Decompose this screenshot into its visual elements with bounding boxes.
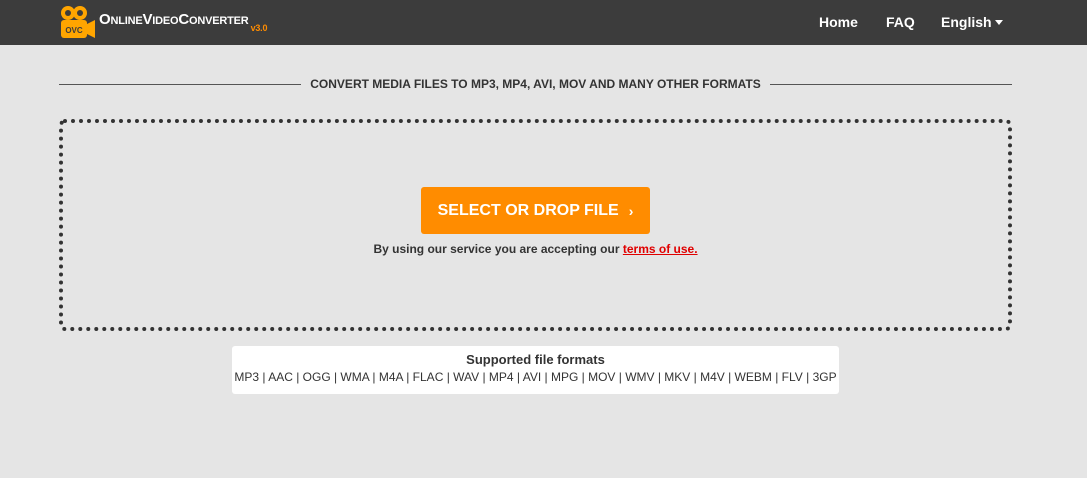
terms-of-use-link[interactable]: terms of use. (623, 242, 698, 256)
logo-text: OVC (65, 26, 83, 35)
language-label: English (941, 14, 992, 30)
supported-formats-list: MP3 | AAC | OGG | WMA | M4A | FLAC | WAV… (234, 370, 837, 384)
select-file-button[interactable]: SELECT OR DROP FILE › (421, 187, 650, 234)
terms-text: By using our service you are accepting o… (373, 242, 623, 256)
supported-formats-title: Supported file formats (466, 352, 605, 367)
brand-name: ONLINEVIDEOCONVERTERv3.0 (99, 10, 268, 33)
page-heading: CONVERT MEDIA FILES TO MP3, MP4, AVI, MO… (59, 76, 1012, 92)
nav-faq-link[interactable]: FAQ (886, 14, 915, 30)
heading-divider-left (59, 83, 302, 85)
nav-home-link[interactable]: Home (819, 14, 858, 30)
chevron-right-icon: › (628, 202, 634, 219)
supported-formats-panel: Supported file formats MP3 | AAC | OGG |… (232, 346, 839, 394)
select-file-label: SELECT OR DROP FILE (437, 201, 619, 219)
page-title: CONVERT MEDIA FILES TO MP3, MP4, AVI, MO… (310, 77, 761, 91)
camera-logo-icon: OVC (61, 6, 95, 38)
caret-down-icon (994, 20, 1003, 25)
heading-divider-right (769, 83, 1012, 85)
terms-notice: By using our service you are accepting o… (0, 242, 1071, 256)
brand-version: v3.0 (250, 22, 268, 33)
language-dropdown[interactable]: English (941, 14, 1003, 30)
brand-logo-link[interactable]: OVC ONLINEVIDEOCONVERTERv3.0 (58, 5, 267, 39)
top-navbar: OVC ONLINEVIDEOCONVERTERv3.0 Home FAQ En… (0, 0, 1087, 45)
